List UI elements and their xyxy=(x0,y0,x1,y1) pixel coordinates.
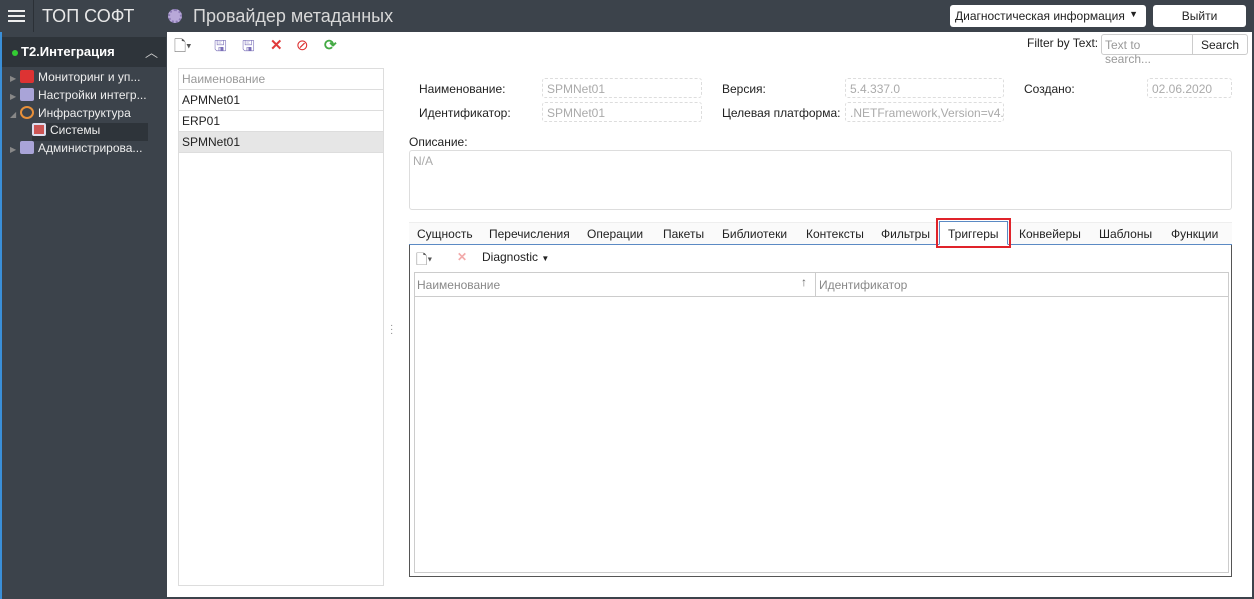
main-content: 🗋▾ 🖫 🖫 ✕ ⊘ ⟳ Filter by Text: Text to sea… xyxy=(167,32,1252,597)
chevron-up-icon[interactable]: ︿ xyxy=(145,42,158,61)
api-icon xyxy=(168,9,182,23)
tab-packages[interactable]: Пакеты xyxy=(663,227,704,241)
sidebar-item-settings[interactable]: ▶ Настройки интегр... xyxy=(10,88,166,106)
chevron-down-icon: ▼ xyxy=(541,254,550,263)
admin-gear-icon xyxy=(20,141,34,154)
list-header[interactable]: Наименование xyxy=(179,69,383,90)
tab-libraries[interactable]: Библиотеки xyxy=(722,227,787,241)
gear-icon xyxy=(20,106,34,119)
id-label: Идентификатор: xyxy=(419,106,511,120)
sidebar-item-label: Мониторинг и уп... xyxy=(38,70,141,84)
list-item[interactable]: APMNet01 xyxy=(179,90,383,111)
name-field[interactable]: SPMNet01 xyxy=(542,78,702,98)
version-label: Версия: xyxy=(722,82,766,96)
systems-list: Наименование APMNet01 ERP01 SPMNet01 xyxy=(178,68,384,586)
created-label: Создано: xyxy=(1024,82,1075,96)
tab-pipelines[interactable]: Конвейеры xyxy=(1019,227,1081,241)
diagnostics-select[interactable]: Диагностическая информация ▼ xyxy=(950,5,1146,27)
diagnostic-dropdown[interactable]: Diagnostic ▼ xyxy=(482,250,549,264)
server-icon xyxy=(20,70,34,83)
tab-bar: Сущность Перечисления Операции Пакеты Би… xyxy=(409,218,1232,248)
new-document-icon[interactable]: 🗋▾ xyxy=(174,36,192,61)
search-button[interactable]: Search xyxy=(1192,34,1248,55)
status-dot xyxy=(12,49,18,56)
app-name: ТОП СОФТ xyxy=(42,6,135,26)
sidebar-item-label: Администрирова... xyxy=(38,141,143,155)
description-label: Описание: xyxy=(409,135,468,149)
delete-icon[interactable]: ✕ xyxy=(270,36,283,54)
splitter-handle[interactable]: · · · xyxy=(390,321,393,339)
sidebar-header[interactable]: T2.Интеграция ︿ xyxy=(2,37,166,67)
diagnostics-select-value: Диагностическая информация xyxy=(955,9,1125,23)
save-icon[interactable]: 🖫 xyxy=(214,36,227,61)
sidebar-item-infrastructure[interactable]: ◢ Инфраструктура xyxy=(10,106,166,124)
platform-field[interactable]: .NETFramework,Version=v4.7 xyxy=(845,102,1004,122)
id-field[interactable]: SPMNet01 xyxy=(542,102,702,122)
tab-contexts[interactable]: Контексты xyxy=(806,227,864,241)
sidebar-title: T2.Интеграция xyxy=(21,44,115,59)
cancel-icon[interactable]: ⊘ xyxy=(296,36,309,54)
menu-icon[interactable] xyxy=(8,7,25,24)
delete-icon[interactable]: ✕ xyxy=(457,250,467,264)
sidebar-item-administration[interactable]: ▶ Администрирова... xyxy=(10,141,166,159)
tab-entity[interactable]: Сущность xyxy=(417,227,473,241)
chevron-down-icon: ▼ xyxy=(1129,9,1138,19)
description-field[interactable]: N/A xyxy=(409,150,1232,210)
search-input[interactable]: Text to search... xyxy=(1101,34,1193,66)
diagnostic-label: Diagnostic xyxy=(482,250,539,264)
collapse-icon[interactable]: ◢ xyxy=(10,110,20,119)
wrench-icon xyxy=(20,88,34,101)
filter-label: Filter by Text: xyxy=(1027,36,1099,50)
sidebar-item-label: Настройки интегр... xyxy=(38,88,147,102)
tab-triggers[interactable]: Триггеры xyxy=(936,218,1011,248)
tab-functions[interactable]: Функции xyxy=(1171,227,1218,241)
list-item[interactable]: SPMNet01 xyxy=(179,132,383,153)
grid-header: Наименование ↑ Идентификатор xyxy=(415,273,1228,297)
sidebar-item-label: Инфраструктура xyxy=(38,106,131,120)
tab-templates[interactable]: Шаблоны xyxy=(1099,227,1152,241)
tab-operations[interactable]: Операции xyxy=(587,227,643,241)
new-document-icon[interactable]: 🗋▾ xyxy=(416,249,432,273)
name-label: Наименование: xyxy=(419,82,506,96)
tab-filters[interactable]: Фильтры xyxy=(881,227,930,241)
sidebar: T2.Интеграция ︿ ▶ Мониторинг и уп... ▶ Наст… xyxy=(0,32,166,599)
sidebar-item-systems[interactable]: Системы xyxy=(32,123,148,141)
expand-icon[interactable]: ▶ xyxy=(10,74,20,83)
list-item[interactable]: ERP01 xyxy=(179,111,383,132)
divider xyxy=(33,0,34,32)
triggers-grid: Наименование ↑ Идентификатор xyxy=(414,272,1229,573)
column-header-name[interactable]: Наименование xyxy=(417,278,500,292)
sidebar-item-monitoring[interactable]: ▶ Мониторинг и уп... xyxy=(10,70,166,88)
tab-enumerations[interactable]: Перечисления xyxy=(489,227,570,241)
sort-arrow-icon[interactable]: ↑ xyxy=(801,275,807,289)
version-field[interactable]: 5.4.337.0 xyxy=(845,78,1004,98)
platform-label: Целевая платформа: xyxy=(722,106,841,120)
sidebar-item-label: Системы xyxy=(50,123,101,137)
systems-icon xyxy=(32,123,46,136)
triggers-panel: 🗋▾ ✕ Diagnostic ▼ Наименование ↑ Идентиф… xyxy=(409,245,1232,577)
refresh-icon[interactable]: ⟳ xyxy=(324,36,337,54)
save-close-icon[interactable]: 🖫 xyxy=(242,36,255,61)
created-field[interactable]: 02.06.2020 xyxy=(1147,78,1232,98)
expand-icon[interactable]: ▶ xyxy=(10,92,20,101)
column-divider[interactable] xyxy=(815,273,816,296)
exit-button[interactable]: Выйти xyxy=(1153,5,1246,27)
column-header-id[interactable]: Идентификатор xyxy=(819,278,907,292)
expand-icon[interactable]: ▶ xyxy=(10,145,20,154)
top-bar: ТОП СОФТ Провайдер метаданных Диагностич… xyxy=(0,0,1254,32)
page-title: Провайдер метаданных xyxy=(193,6,394,26)
